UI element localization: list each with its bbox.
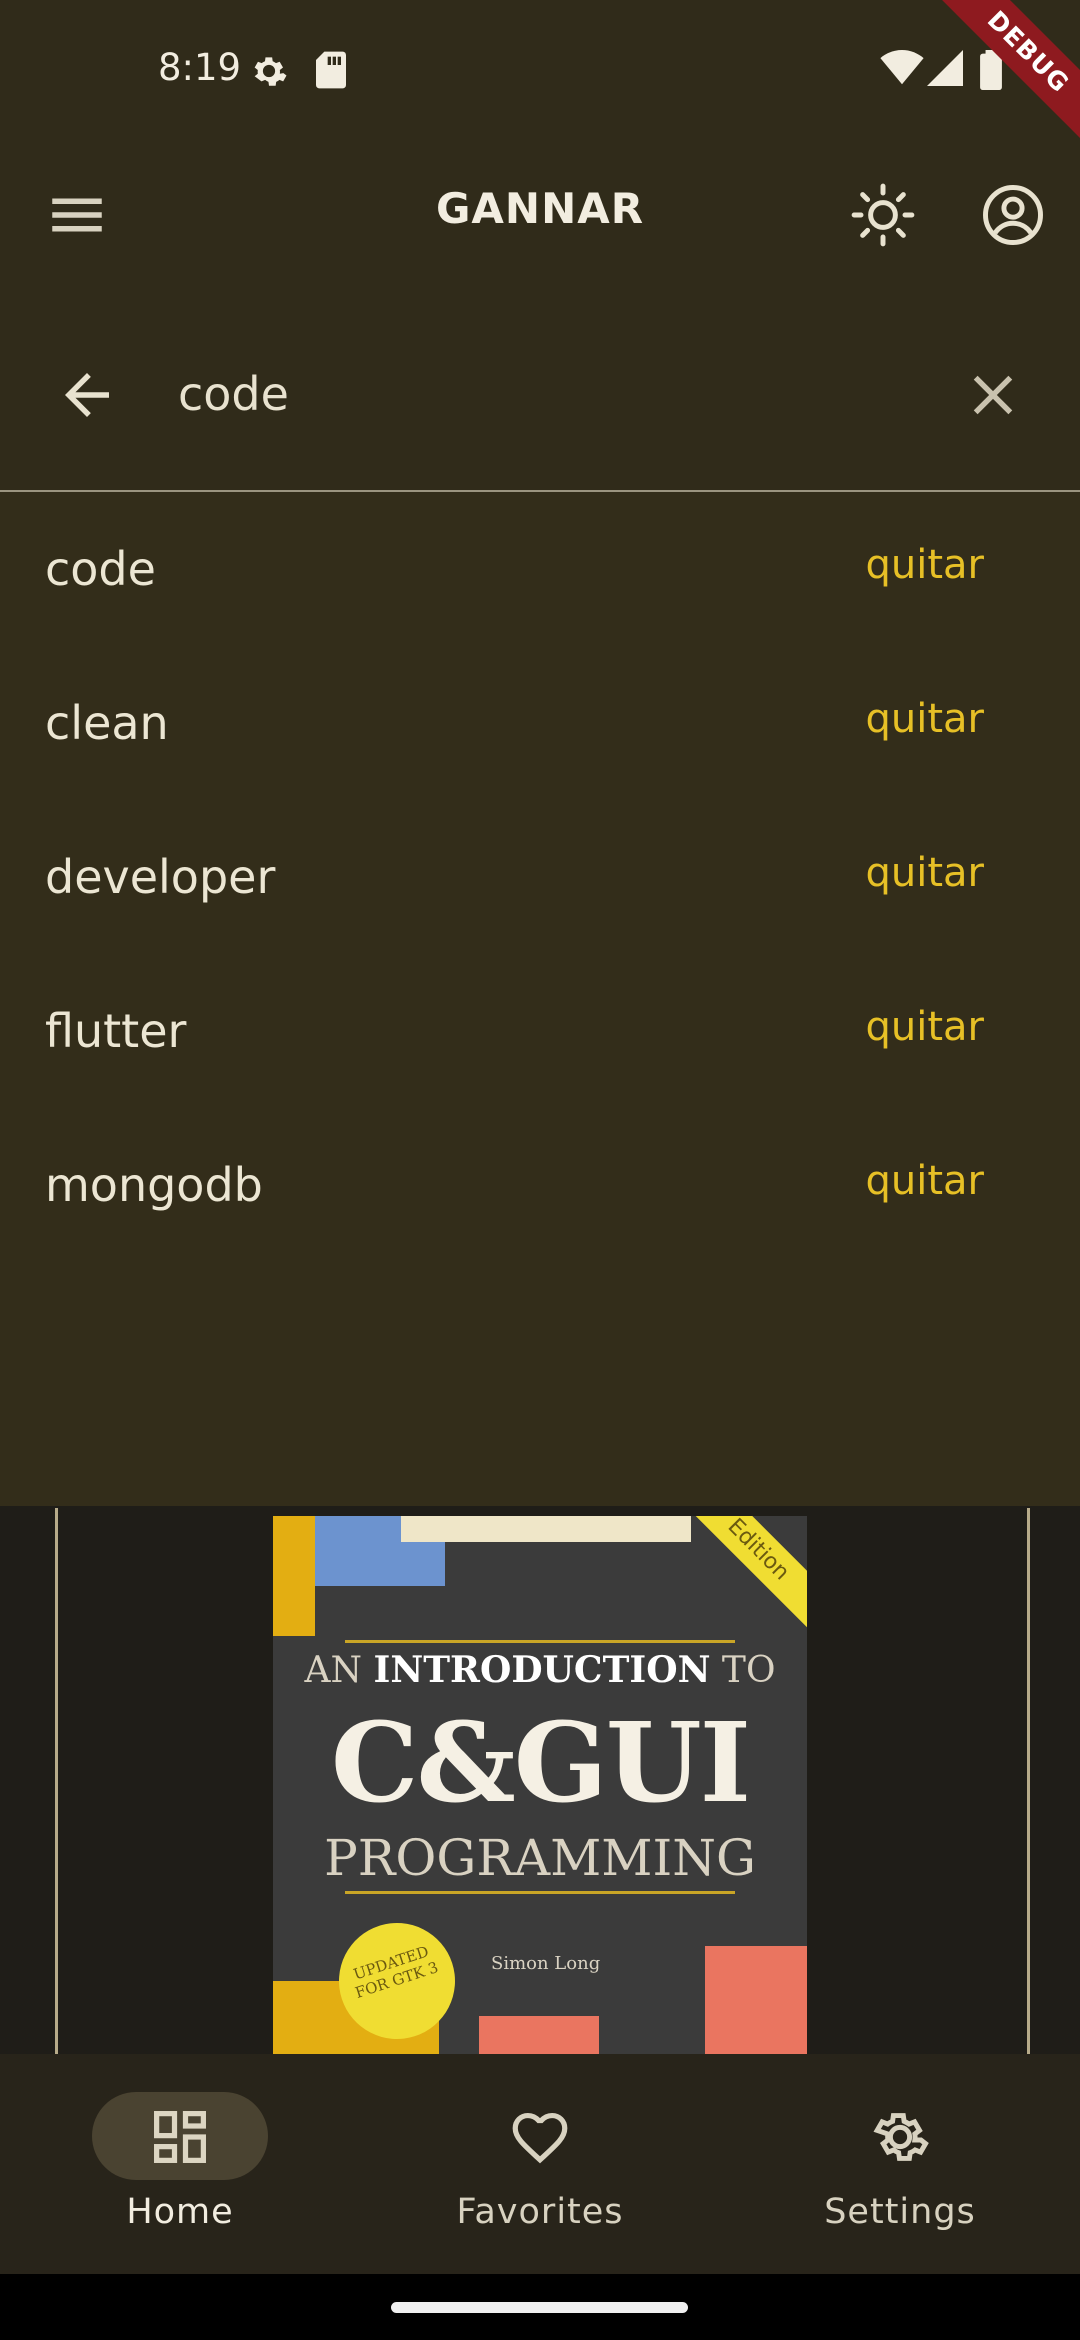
cover-subtitle: PROGRAMMING	[324, 1829, 756, 1887]
cover-rule	[345, 1640, 735, 1643]
sun-icon[interactable]	[850, 182, 916, 248]
result-term: flutter	[45, 1004, 187, 1058]
nav-item-settings[interactable]: Settings	[720, 2054, 1080, 2274]
result-term: code	[45, 542, 156, 596]
status-time: 8:19	[158, 46, 242, 89]
arrow-back-icon[interactable]	[54, 362, 120, 428]
status-bar: 8:19	[0, 0, 1080, 140]
nav-label-settings: Settings	[824, 2192, 976, 2232]
edition-banner: Edition	[676, 1516, 807, 1632]
content-area: Edition AN INTRODUCTION TO C&GUI PROGRAM…	[0, 1506, 1080, 2076]
cover-title-prefix: AN	[304, 1650, 374, 1691]
debug-banner: DEBUG	[920, 0, 1080, 160]
wifi-icon	[880, 50, 924, 90]
settings-gear-icon	[248, 50, 290, 96]
list-item[interactable]: mongodb quitar	[0, 1108, 1080, 1262]
nav-item-home[interactable]: Home	[0, 2054, 360, 2274]
cover-title-main: C&GUI	[330, 1698, 751, 1827]
remove-button[interactable]: quitar	[866, 542, 985, 588]
gear-icon	[867, 2104, 933, 2170]
search-bar	[0, 330, 1080, 492]
home-gesture-handle[interactable]	[391, 2302, 688, 2313]
search-results-list: code quitar clean quitar developer quita…	[0, 492, 1080, 1506]
cover-author: Simon Long	[491, 1953, 601, 1974]
list-item[interactable]: clean quitar	[0, 646, 1080, 800]
nav-label-favorites: Favorites	[456, 2192, 624, 2232]
result-term: developer	[45, 850, 276, 904]
account-circle-icon[interactable]	[980, 182, 1046, 248]
bottom-navigation: Home Favorites Settings	[0, 2054, 1080, 2274]
heart-icon	[507, 2104, 573, 2170]
cover-title-suffix: TO	[710, 1650, 776, 1691]
app-bar: GANNAR	[0, 140, 1080, 290]
cover-title-bold: INTRODUCTION	[373, 1649, 711, 1691]
cover-rule	[345, 1891, 735, 1894]
remove-button[interactable]: quitar	[866, 696, 985, 742]
remove-button[interactable]: quitar	[866, 1004, 985, 1050]
gesture-navigation-bar	[0, 2274, 1080, 2340]
nav-label-home: Home	[126, 2192, 234, 2232]
list-item[interactable]: flutter quitar	[0, 954, 1080, 1108]
dashboard-icon	[147, 2104, 213, 2170]
cover-title-line1: AN INTRODUCTION TO	[273, 1649, 807, 1691]
app-title: GANNAR	[435, 184, 645, 233]
search-input[interactable]	[176, 358, 940, 430]
cover-block	[401, 1516, 691, 1542]
sd-card-icon	[313, 50, 349, 94]
result-term: mongodb	[45, 1158, 263, 1212]
nav-item-favorites[interactable]: Favorites	[360, 2054, 720, 2274]
debug-label: DEBUG	[920, 0, 1080, 160]
result-term: clean	[45, 696, 169, 750]
list-item[interactable]: developer quitar	[0, 800, 1080, 954]
remove-button[interactable]: quitar	[866, 1158, 985, 1204]
cover-block	[273, 1516, 315, 1636]
close-icon[interactable]	[960, 362, 1026, 428]
list-item[interactable]: code quitar	[0, 492, 1080, 646]
book-cover-image[interactable]: Edition AN INTRODUCTION TO C&GUI PROGRAM…	[273, 1516, 807, 2076]
remove-button[interactable]: quitar	[866, 850, 985, 896]
